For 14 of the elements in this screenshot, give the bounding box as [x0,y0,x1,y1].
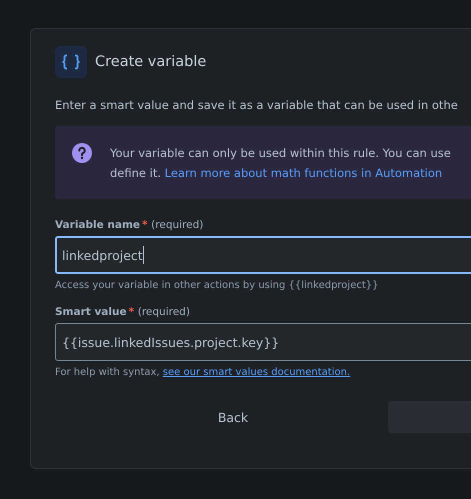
text-input[interactable]: {{issue.linkedIssues.project.key}} [55,323,471,361]
dialog-title: Create variable [95,54,206,70]
smart-values-link[interactable]: see our smart values documentation. [162,367,350,378]
back-button[interactable]: Back [192,401,274,433]
help-text: For help with syntax, see our smart values documentation. [55,367,352,378]
braces-icon [55,46,87,78]
help-icon [72,143,92,163]
field-label: Smart value * (required) [55,306,191,318]
math-functions-link[interactable]: Learn more about math functions in Automation [164,166,442,180]
help-text: Access your variable in other actions by using {{linkedproject}} [55,280,380,291]
text-input[interactable]: linkedproject [55,236,471,274]
dialog-description: Enter a smart value and save it as a variable that can be used in othe [55,98,459,112]
field-label: Variable name * (required) [55,219,204,231]
info-message: Your variable can only be used within this rule. You can use define it. Learn more about math functions in Automation [110,145,451,182]
